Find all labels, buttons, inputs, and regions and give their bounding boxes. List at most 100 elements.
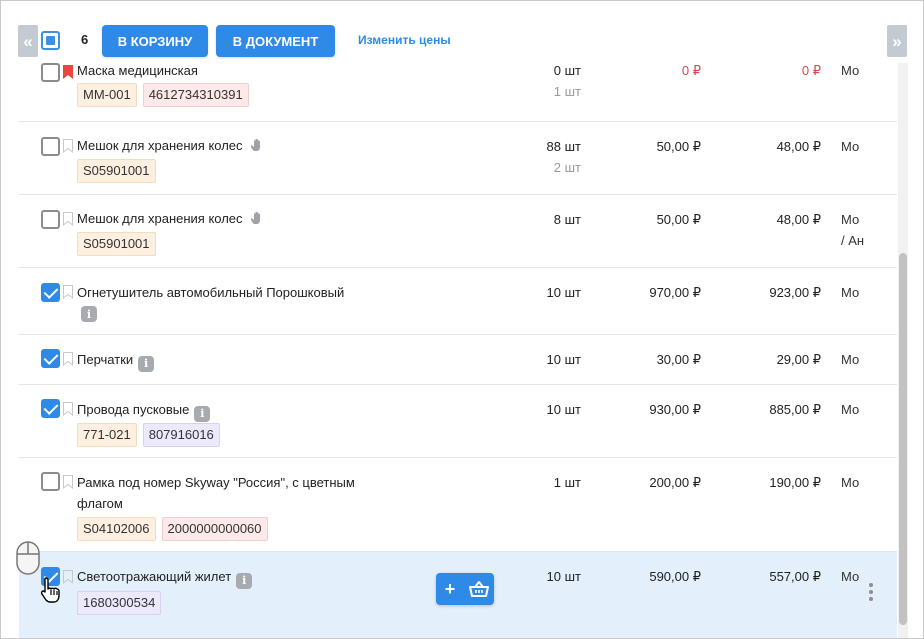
price: 0 ₽: [681, 63, 701, 78]
warehouse-line2: / Ан: [841, 233, 865, 248]
product-name-text: Светоотражающий жилет: [77, 569, 232, 584]
code-tag: 807916016: [142, 423, 220, 447]
bookmark-outline-icon[interactable]: [63, 352, 73, 366]
table-row[interactable]: Мешок для хранения колес S05901001 88 шт…: [19, 122, 897, 195]
change-prices-link[interactable]: Изменить цены: [358, 33, 451, 47]
bookmark-outline-icon[interactable]: [63, 402, 73, 416]
info-icon[interactable]: i: [81, 306, 97, 322]
hand-icon: [250, 138, 260, 151]
product-name[interactable]: Рамка под номер Skyway "Россия", с цветн…: [77, 472, 355, 493]
price: 970,00 ₽: [649, 285, 701, 300]
basket-icon[interactable]: [464, 573, 494, 605]
table-row[interactable]: Рамка под номер Skyway "Россия", с цветн…: [19, 458, 897, 552]
product-name[interactable]: Светоотражающий жилет i: [77, 566, 253, 589]
price: 930,00 ₽: [649, 402, 701, 417]
more-vertical-icon[interactable]: [868, 583, 874, 603]
product-name[interactable]: Провода пусковые i: [77, 399, 211, 422]
bookmark-outline-icon[interactable]: [63, 285, 73, 299]
product-name[interactable]: Мешок для хранения колес: [77, 208, 264, 229]
price-discounted: 557,00 ₽: [769, 569, 821, 584]
barcode-tag: 4612734310391: [142, 83, 249, 107]
price-discounted: 923,00 ₽: [769, 285, 821, 300]
row-checkbox[interactable]: [41, 472, 60, 491]
table-row[interactable]: Маска медицинская MM-001 4612734310391 0…: [19, 60, 897, 122]
warehouse: Мо: [841, 475, 860, 490]
info-icon[interactable]: i: [138, 355, 155, 372]
row-checkbox[interactable]: [41, 283, 60, 302]
plus-icon[interactable]: +: [436, 573, 464, 605]
product-name-line2[interactable]: флагом: [77, 493, 123, 514]
article-tag: S04102006: [77, 517, 156, 541]
table-row[interactable]: Перчатки i 10 шт 30,00 ₽ 29,00 ₽ Мо: [19, 335, 897, 385]
price: 50,00 ₽: [656, 139, 701, 154]
product-tags: S04102006 2000000000060: [77, 517, 268, 541]
bookmark-filled-icon[interactable]: [63, 65, 73, 79]
product-tags: 1680300534: [77, 591, 162, 615]
price: 50,00 ₽: [656, 212, 701, 227]
price: 590,00 ₽: [649, 569, 701, 584]
toolbar: « 6 В КОРЗИНУ В ДОКУМЕНТ Изменить цены »: [1, 1, 923, 63]
table-row[interactable]: Мешок для хранения колес S05901001 8 шт …: [19, 195, 897, 268]
price-discounted: 190,00 ₽: [769, 475, 821, 490]
product-tags: S05901001: [77, 232, 156, 256]
row-checkbox[interactable]: [41, 399, 60, 418]
row-action-group: +: [436, 573, 494, 605]
table-row[interactable]: Огнетушитель автомобильный Порошковый i …: [19, 268, 897, 335]
to-cart-button[interactable]: В КОРЗИНУ: [102, 25, 208, 57]
hand-icon: [250, 211, 260, 224]
product-tags: MM-001 4612734310391: [77, 83, 249, 107]
warehouse: Мо: [841, 139, 860, 154]
product-name-text: Мешок для хранения колес: [77, 138, 243, 153]
price: 30,00 ₽: [656, 352, 701, 367]
product-name-text: Перчатки: [77, 352, 134, 367]
info-icon[interactable]: i: [236, 572, 253, 589]
product-name[interactable]: Перчатки i: [77, 349, 155, 372]
product-name-text: Провода пусковые: [77, 402, 190, 417]
price-discounted: 29,00 ₽: [776, 352, 821, 367]
row-checkbox[interactable]: [41, 137, 60, 156]
bookmark-outline-icon[interactable]: [63, 139, 73, 153]
price: 200,00 ₽: [649, 475, 701, 490]
table-row-highlighted[interactable]: Светоотражающий жилет i 1680300534 + 10 ш…: [19, 552, 897, 638]
bookmark-outline-icon[interactable]: [63, 570, 73, 584]
code-tag: 1680300534: [77, 591, 162, 615]
price-discounted: 885,00 ₽: [769, 402, 821, 417]
info-icon[interactable]: i: [194, 405, 211, 422]
bookmark-outline-icon[interactable]: [63, 212, 73, 226]
double-chevron-right-icon[interactable]: »: [887, 25, 907, 57]
product-name[interactable]: Мешок для хранения колес: [77, 135, 264, 156]
warehouse: Мо: [841, 212, 860, 227]
product-name[interactable]: Огнетушитель автомобильный Порошковый: [77, 282, 344, 303]
quantity: 10 шт: [546, 285, 581, 300]
product-tags: S05901001: [77, 159, 156, 183]
article-tag: S05901001: [77, 159, 156, 183]
double-chevron-left-icon[interactable]: «: [18, 25, 38, 57]
product-name[interactable]: Маска медицинская: [77, 60, 198, 81]
warehouse: Мо: [841, 63, 860, 78]
quantity-secondary: 2 шт: [553, 160, 581, 175]
quantity: 0 шт: [553, 63, 581, 78]
table-row[interactable]: Провода пусковые i 771-021 807916016 10 ш…: [19, 385, 897, 458]
quantity: 10 шт: [546, 402, 581, 417]
article-tag: 771-021: [77, 423, 137, 447]
scrollbar-thumb[interactable]: [899, 253, 907, 625]
bookmark-outline-icon[interactable]: [63, 475, 73, 489]
quantity: 1 шт: [553, 475, 581, 490]
barcode-tag: 2000000000060: [161, 517, 268, 541]
article-tag: MM-001: [77, 83, 137, 107]
quantity-secondary: 1 шт: [553, 84, 581, 99]
hand-pointer-icon: [40, 577, 60, 603]
quantity: 88 шт: [546, 139, 581, 154]
product-name-text: Мешок для хранения колес: [77, 211, 243, 226]
row-checkbox[interactable]: [41, 210, 60, 229]
to-document-button[interactable]: В ДОКУМЕНТ: [216, 25, 335, 57]
price-discounted: 48,00 ₽: [776, 212, 821, 227]
row-checkbox[interactable]: [41, 63, 60, 82]
row-checkbox[interactable]: [41, 349, 60, 368]
quantity: 10 шт: [546, 569, 581, 584]
price-discounted: 0 ₽: [801, 63, 821, 78]
warehouse: Мо: [841, 352, 860, 367]
select-all-checkbox[interactable]: [41, 31, 60, 50]
selected-count: 6: [81, 32, 89, 47]
warehouse: Мо: [841, 285, 860, 300]
